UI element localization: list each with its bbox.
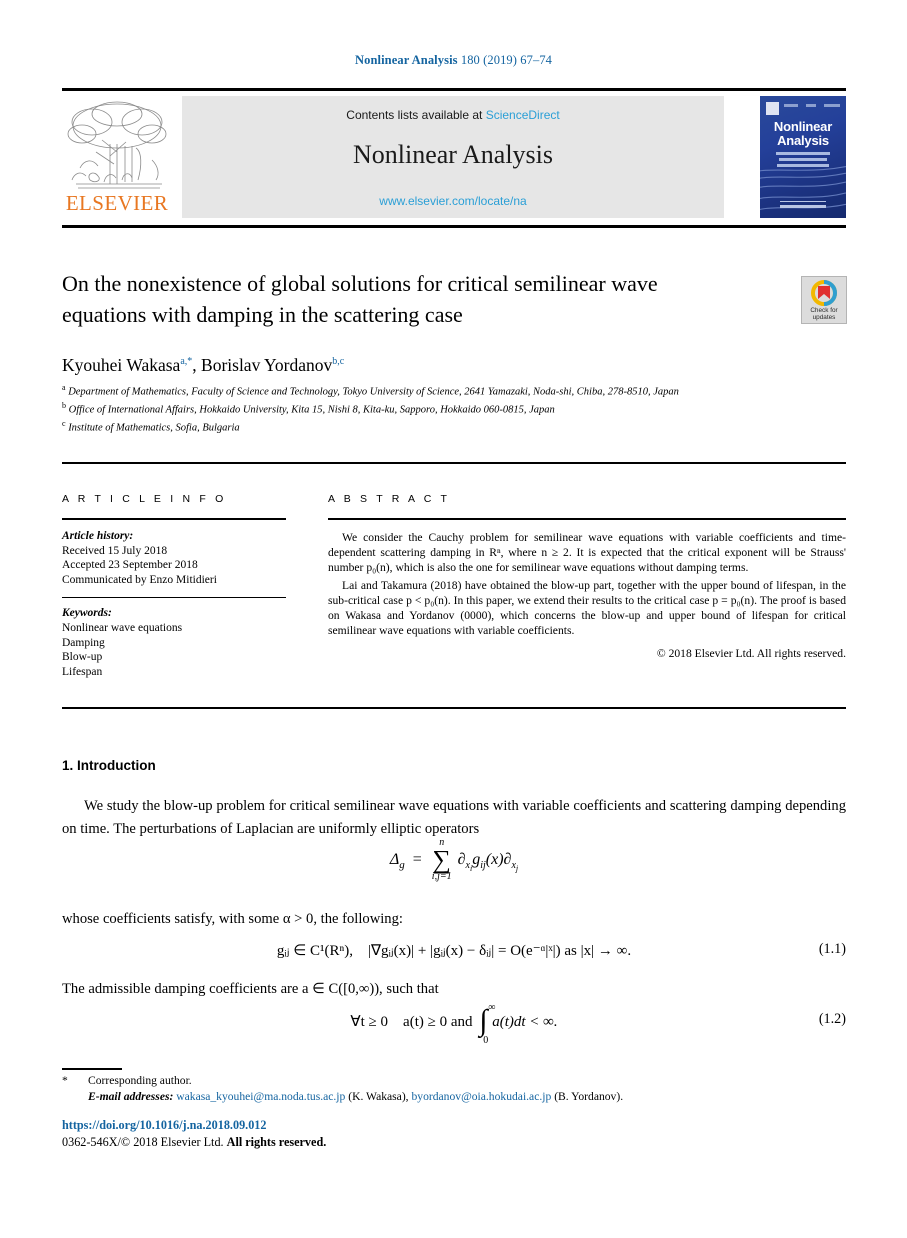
affiliation-item: a Department of Mathematics, Faculty of … <box>62 383 679 398</box>
abstract-paragraph: We consider the Cauchy problem for semil… <box>328 531 846 575</box>
article-history: Article history: Received 15 July 2018 A… <box>62 529 286 587</box>
elsevier-tree-icon <box>67 101 167 189</box>
keywords-label: Keywords: <box>62 607 112 620</box>
footnote-emails: E-mail addresses: wakasa_kyouhei@ma.noda… <box>88 1089 846 1105</box>
masthead-bottom-rule <box>62 225 846 228</box>
intro-paragraph-3: The admissible damping coefficients are … <box>62 981 439 997</box>
abstract-rule <box>328 518 846 520</box>
abstract-text: We consider the Cauchy problem for semil… <box>328 530 846 638</box>
footnote-corresponding: * Corresponding author. <box>62 1074 192 1087</box>
email-link-wakasa[interactable]: wakasa_kyouhei@ma.noda.tus.ac.jp <box>176 1090 345 1103</box>
affiliation-item: b Office of International Affairs, Hokka… <box>62 401 555 416</box>
crossmark-label: Check for updates <box>810 307 838 322</box>
sciencedirect-link[interactable]: ScienceDirect <box>486 108 560 122</box>
equation-1-2-rhs: a(t)dt < ∞. <box>492 1014 558 1031</box>
section-divider-top <box>62 462 846 464</box>
masthead-top-rule <box>62 88 846 91</box>
abstract-column: A B S T R A C T We consider the Cauchy p… <box>328 493 846 660</box>
intro-paragraph-2: whose coefficients satisfy, with some α … <box>62 911 403 927</box>
cover-top-strip <box>766 102 840 115</box>
abstract-copyright: © 2018 Elsevier Ltd. All rights reserved… <box>656 647 846 661</box>
affiliation-item: c Institute of Mathematics, Sofia, Bulga… <box>62 419 240 434</box>
running-head-volume: 180 (2019) 67–74 <box>460 53 553 67</box>
corresponding-author-marker[interactable]: * <box>187 356 192 367</box>
cover-title: Nonlinear Analysis <box>773 119 833 148</box>
intro-paragraph-1: We study the blow-up problem for critica… <box>62 798 846 837</box>
equation-1-1-number: (1.1) <box>818 941 846 957</box>
abstract-paragraph: Lai and Takamura (2018) have obtained th… <box>328 578 846 638</box>
page-title: On the nonexistence of global solutions … <box>62 271 658 327</box>
doi-link[interactable]: https://doi.org/10.1016/j.na.2018.09.012 <box>62 1118 267 1133</box>
issn-copyright-line: 0362-546X/© 2018 Elsevier Ltd. All right… <box>62 1135 327 1149</box>
equation-1-2: ∀t ≥ 0 a(t) ≥ 0 and ∞ ∫ 0 a(t)dt < ∞. (1… <box>62 1002 846 1046</box>
email-owner-wakasa: (K. Wakasa), <box>348 1090 409 1103</box>
keyword-item: Nonlinear wave equations <box>62 621 183 634</box>
footnote-star-marker: * <box>62 1074 68 1087</box>
journal-cover-thumbnail: Nonlinear Analysis <box>760 96 846 218</box>
equation-1-1: gᵢⱼ ∈ C¹(Rⁿ), |∇gᵢⱼ(x)| + |gᵢⱼ(x) − δᵢⱼ|… <box>62 941 846 960</box>
keywords-rule <box>62 597 286 599</box>
history-accepted: Accepted 23 September 2018 <box>62 559 198 572</box>
running-head-journal: Nonlinear Analysis <box>354 53 458 67</box>
summation-symbol: n ∑ i,j=1 <box>431 837 452 882</box>
cover-wave-graphic <box>760 165 846 211</box>
section-heading-introduction: 1. Introduction <box>62 758 156 773</box>
footnote-rule <box>62 1068 122 1070</box>
masthead-center: Contents lists available at ScienceDirec… <box>182 96 724 218</box>
history-received: Received 15 July 2018 <box>62 544 168 557</box>
elsevier-wordmark: ELSEVIER <box>65 191 169 215</box>
contents-lists-line: Contents lists available at ScienceDirec… <box>182 108 724 122</box>
article-info-rule <box>62 518 286 520</box>
running-head: Nonlinear Analysis 180 (2019) 67–74 <box>0 53 907 68</box>
equation-laplacian: Δg = n ∑ i,j=1 ∂xigij(x)∂xj <box>389 837 519 882</box>
email-owner-yordanov: (B. Yordanov). <box>554 1090 624 1103</box>
abstract-heading: A B S T R A C T <box>328 493 451 505</box>
article-info-column: A R T I C L E I N F O Article history: R… <box>62 493 286 679</box>
contents-lists-prefix: Contents lists available at <box>346 108 486 122</box>
keyword-item: Lifespan <box>62 665 103 678</box>
author-affil-marker: b,c <box>332 356 345 368</box>
journal-homepage-link[interactable]: www.elsevier.com/locate/na <box>182 194 724 208</box>
crossmark-icon <box>811 280 837 306</box>
equation-1-2-number: (1.2) <box>818 1011 846 1027</box>
integral-symbol: ∞ ∫ 0 <box>479 1002 496 1046</box>
elsevier-logo: ELSEVIER <box>62 96 172 218</box>
crossmark-badge[interactable]: Check for updates <box>801 276 847 324</box>
footnotes: * Corresponding author. E-mail addresses:… <box>62 1073 846 1105</box>
affiliations: a Department of Mathematics, Faculty of … <box>62 381 782 435</box>
masthead: ELSEVIER Contents lists available at Sci… <box>62 88 846 228</box>
keyword-item: Blow-up <box>62 651 103 664</box>
article-info-heading: A R T I C L E I N F O <box>62 493 227 505</box>
paper-page: Nonlinear Analysis 180 (2019) 67–74 ELSE… <box>0 0 907 1238</box>
keywords-block: Keywords: Nonlinear wave equations Dampi… <box>62 606 286 679</box>
cover-footer <box>780 201 826 208</box>
equation-1-1-body: gᵢⱼ ∈ C¹(Rⁿ), |∇gᵢⱼ(x)| + |gᵢⱼ(x) − δᵢⱼ|… <box>276 943 632 959</box>
keyword-item: Damping <box>62 636 105 649</box>
email-addresses-label: E-mail addresses: <box>88 1090 174 1103</box>
equation-1-2-lhs: ∀t ≥ 0 a(t) ≥ 0 and <box>350 1014 473 1031</box>
masthead-journal-title: Nonlinear Analysis <box>352 140 554 169</box>
author-list: Kyouhei Wakasaa,*, Borislav Yordanovb,c <box>62 355 345 375</box>
history-communicated: Communicated by Enzo Mitidieri <box>62 573 217 586</box>
cover-strip-text <box>784 104 840 112</box>
email-link-yordanov[interactable]: byordanov@oia.hokudai.ac.jp <box>411 1090 551 1103</box>
article-history-label: Article history: <box>62 530 134 542</box>
cover-publisher-mark <box>766 102 779 115</box>
section-divider-bottom <box>62 707 846 709</box>
